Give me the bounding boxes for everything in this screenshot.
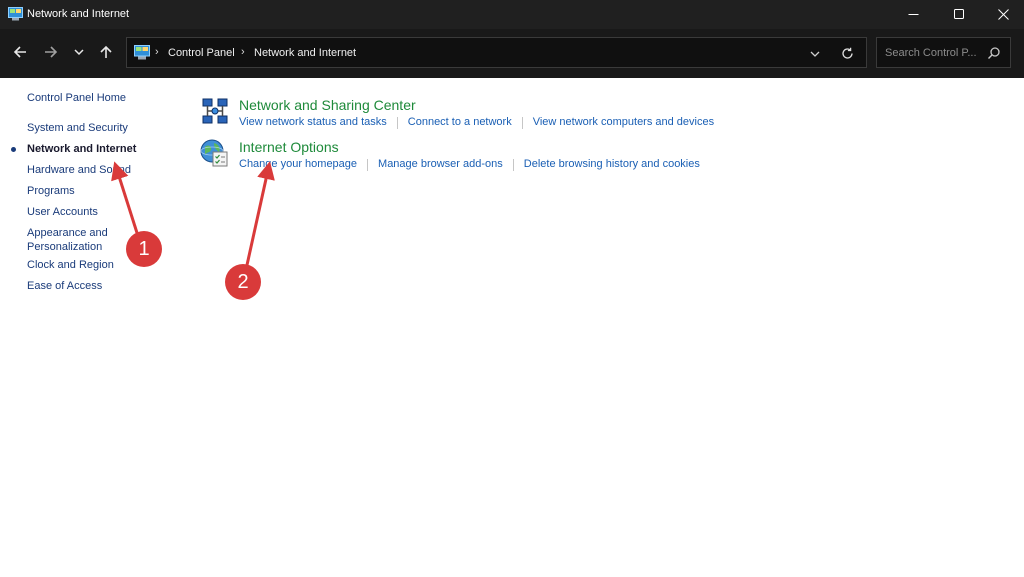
annotation-arrow-2	[245, 161, 275, 266]
address-bar[interactable]: › Control Panel › Network and Internet	[126, 37, 867, 68]
up-arrow-icon	[100, 45, 112, 58]
search-icon[interactable]	[987, 46, 1001, 60]
internet-options-icon[interactable]	[200, 139, 230, 169]
recent-locations-button[interactable]	[68, 41, 90, 63]
maximize-icon	[953, 9, 964, 19]
control-panel-icon	[134, 45, 150, 60]
control-panel-icon	[8, 7, 23, 21]
link-divider	[512, 158, 514, 171]
sidebar-item-clock-and-region[interactable]: Clock and Region	[27, 259, 114, 273]
category-links: Change your homepage Manage browser add-…	[239, 158, 700, 171]
forward-button[interactable]	[40, 41, 62, 63]
refresh-button[interactable]	[836, 44, 858, 63]
control-panel-window: Network and Internet › Control Panel › N…	[0, 0, 1024, 577]
refresh-icon	[841, 47, 853, 59]
link-delete-browsing-history[interactable]: Delete browsing history and cookies	[524, 158, 700, 171]
navigation-bar: › Control Panel › Network and Internet	[0, 29, 1024, 78]
category-title-internet-options[interactable]: Internet Options	[239, 139, 339, 155]
annotation-marker-1: 1	[126, 231, 162, 267]
link-view-network-computers[interactable]: View network computers and devices	[533, 116, 714, 129]
sidebar: Control Panel Home System and Security N…	[0, 78, 180, 577]
sidebar-item-network-and-internet[interactable]: Network and Internet	[27, 143, 136, 157]
sidebar-item-appearance-and-personalization[interactable]: Appearance and Personalization	[27, 227, 119, 254]
link-view-network-status[interactable]: View network status and tasks	[239, 116, 387, 129]
breadcrumb-control-panel[interactable]: Control Panel	[168, 47, 235, 60]
maximize-button[interactable]	[936, 0, 982, 29]
breadcrumb-chevron-icon: ›	[155, 46, 159, 58]
search-input[interactable]	[877, 38, 983, 67]
back-arrow-icon	[13, 46, 26, 58]
recent-locations-chevron-icon	[74, 49, 84, 56]
up-button[interactable]	[95, 41, 117, 63]
link-divider	[521, 116, 523, 129]
link-divider	[396, 116, 398, 129]
address-dropdown-chevron-icon[interactable]	[808, 47, 822, 61]
sidebar-control-panel-home[interactable]: Control Panel Home	[27, 92, 126, 106]
link-divider	[367, 158, 369, 171]
back-button[interactable]	[9, 41, 31, 63]
forward-arrow-icon	[45, 46, 58, 58]
annotation-marker-2: 2	[225, 264, 261, 300]
minimize-icon	[908, 14, 918, 15]
network-sharing-center-icon[interactable]	[200, 97, 230, 127]
minimize-button[interactable]	[890, 0, 936, 29]
category-title-network-and-sharing-center[interactable]: Network and Sharing Center	[239, 97, 416, 113]
link-connect-to-network[interactable]: Connect to a network	[408, 116, 512, 129]
sidebar-item-programs[interactable]: Programs	[27, 185, 75, 199]
sidebar-item-user-accounts[interactable]: User Accounts	[27, 206, 98, 220]
sidebar-item-ease-of-access[interactable]: Ease of Access	[27, 280, 102, 294]
search-box	[876, 37, 1011, 68]
active-indicator-dot	[11, 147, 16, 152]
sidebar-item-hardware-and-sound[interactable]: Hardware and Sound	[27, 164, 131, 178]
title-bar: Network and Internet	[0, 0, 1024, 29]
close-button[interactable]	[980, 0, 1024, 29]
sidebar-item-system-and-security[interactable]: System and Security	[27, 122, 128, 136]
link-manage-browser-addons[interactable]: Manage browser add-ons	[378, 158, 503, 171]
category-links: View network status and tasks Connect to…	[239, 116, 714, 129]
breadcrumb-network-and-internet[interactable]: Network and Internet	[254, 47, 356, 60]
breadcrumb-chevron-icon: ›	[241, 46, 245, 58]
link-change-homepage[interactable]: Change your homepage	[239, 158, 357, 171]
window-title: Network and Internet	[27, 8, 130, 20]
close-icon	[997, 9, 1009, 20]
